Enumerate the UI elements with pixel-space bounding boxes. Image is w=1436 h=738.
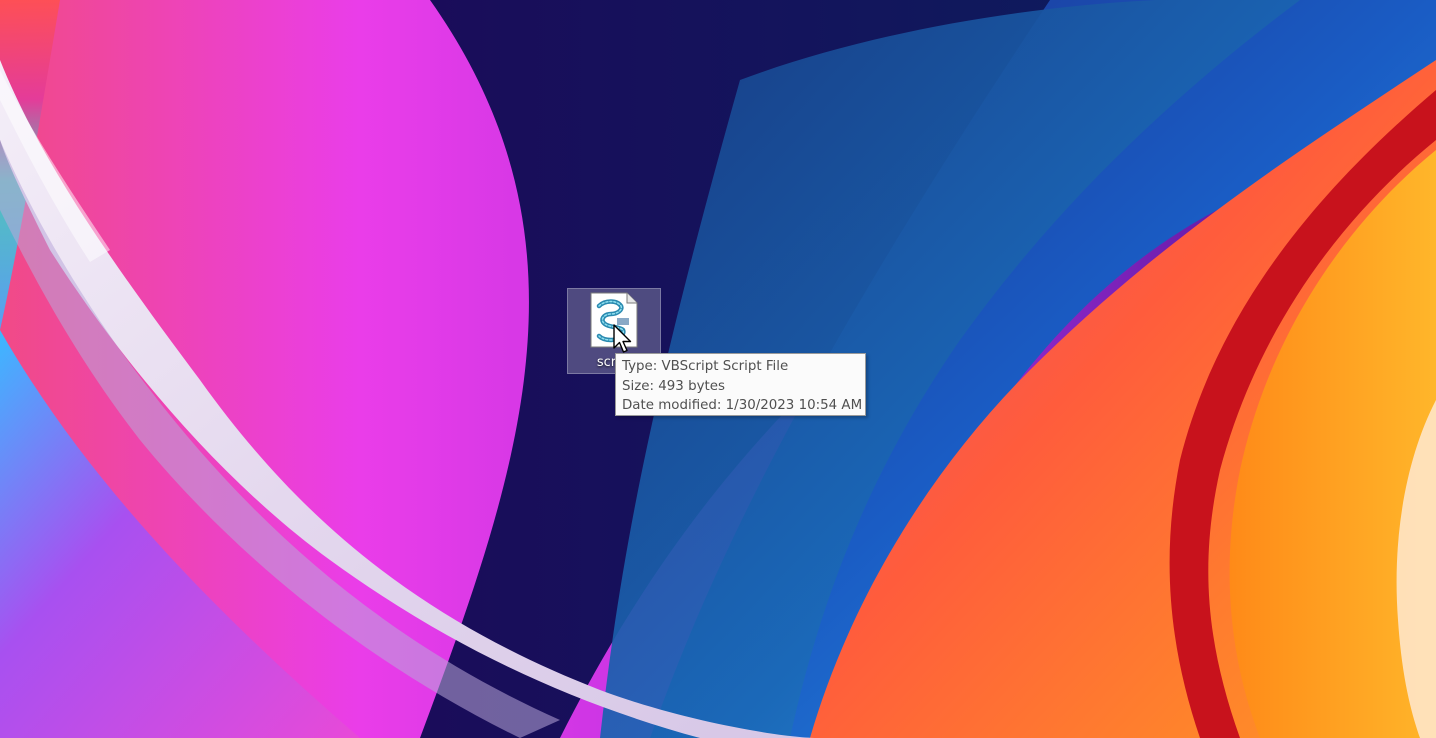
arrow-cursor-icon	[613, 324, 632, 353]
tooltip-type: Type: VBScript Script File	[622, 359, 789, 374]
tooltip-size: Size: 493 bytes	[622, 378, 725, 394]
desktop[interactable]: script Type: VBScript Script File Size: …	[0, 0, 1436, 738]
tooltip-date-modified: Date modified: 1/30/2023 10:54 AM	[622, 398, 863, 413]
file-info-tooltip: Type: VBScript Script File Size: 493 byt…	[615, 353, 866, 416]
